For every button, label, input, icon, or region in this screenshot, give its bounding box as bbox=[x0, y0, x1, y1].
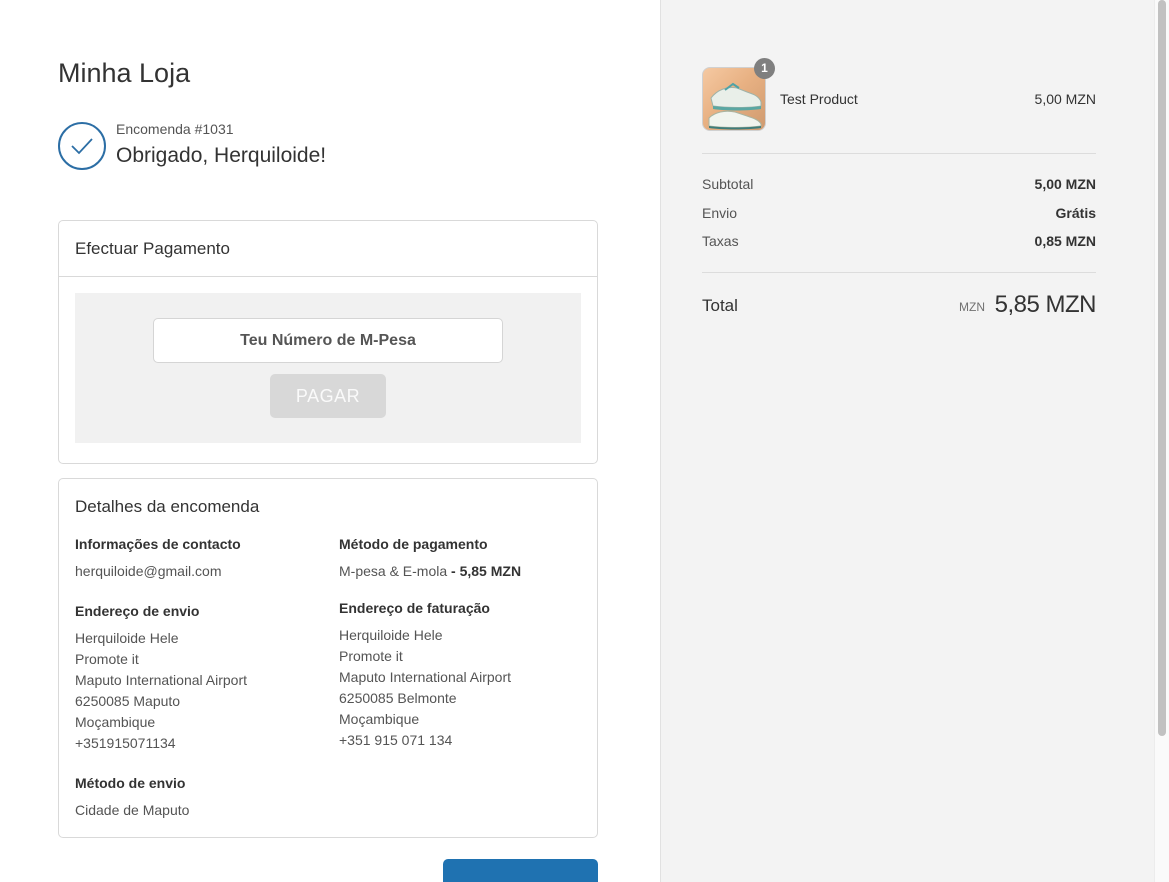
main-content: Minha Loja Encomenda #1031 Obrigado, Her… bbox=[0, 0, 660, 882]
total-label: Total bbox=[702, 296, 738, 315]
taxes-value: 0,85 MZN bbox=[1034, 233, 1096, 249]
payment-card: Efectuar Pagamento PAGAR bbox=[58, 220, 598, 464]
payment-card-title: Efectuar Pagamento bbox=[59, 221, 597, 277]
shipping-address-section: Endereço de envio Herquiloide Hele Promo… bbox=[75, 603, 325, 754]
subtotal-label: Subtotal bbox=[702, 176, 754, 192]
shipping-address-line: Promote it bbox=[75, 651, 139, 667]
total-value: 5,85 MZN bbox=[994, 291, 1097, 318]
pay-button[interactable]: PAGAR bbox=[270, 374, 386, 418]
payment-method-section: Método de pagamento M-pesa & E-mola - 5,… bbox=[339, 536, 589, 582]
product-image bbox=[702, 67, 766, 131]
payment-method-value: M-pesa & E-mola - 5,85 MZN bbox=[339, 561, 589, 582]
contact-info-section: Informações de contacto herquiloide@gmai… bbox=[75, 536, 325, 582]
page-scrollbar[interactable] bbox=[1154, 0, 1169, 882]
total-currency: MZN bbox=[959, 300, 985, 314]
payment-method-title: Método de pagamento bbox=[339, 536, 488, 552]
billing-address-line: Moçambique bbox=[339, 711, 420, 727]
contact-info-title: Informações de contacto bbox=[75, 536, 241, 552]
shipping-address-line: +351915071134 bbox=[75, 735, 176, 751]
shipping-method-section: Método de envio Cidade de Maputo bbox=[75, 775, 325, 821]
contact-email: herquiloide@gmail.com bbox=[75, 563, 222, 579]
billing-address-title: Endereço de faturação bbox=[339, 600, 490, 616]
taxes-label: Taxas bbox=[702, 233, 739, 249]
shipping-address-line: Moçambique bbox=[75, 714, 156, 730]
order-summary-sidebar bbox=[660, 0, 1154, 882]
order-details-title: Detalhes da encomenda bbox=[75, 497, 260, 516]
billing-address-line: +351 915 071 134 bbox=[339, 732, 453, 748]
shipping-value: Grátis bbox=[1055, 205, 1096, 221]
store-name[interactable]: Minha Loja bbox=[58, 58, 190, 89]
shipping-label: Envio bbox=[702, 205, 738, 221]
billing-address-line: Herquiloide Hele bbox=[339, 627, 443, 643]
billing-address-section: Endereço de faturação Herquiloide Hele P… bbox=[339, 600, 589, 751]
sneaker-icon bbox=[708, 82, 762, 130]
quantity-badge: 1 bbox=[754, 58, 775, 79]
product-name: Test Product bbox=[780, 91, 858, 107]
shipping-address-line: 6250085 Maputo bbox=[75, 693, 181, 709]
payment-area: PAGAR bbox=[75, 293, 581, 443]
shipping-method-value: Cidade de Maputo bbox=[75, 802, 190, 818]
total-divider bbox=[702, 272, 1096, 273]
payment-method-name: M-pesa & E-mola bbox=[339, 563, 448, 579]
continue-button[interactable] bbox=[443, 859, 598, 882]
shipping-address-title: Endereço de envio bbox=[75, 603, 200, 619]
shipping-method-title: Método de envio bbox=[75, 775, 186, 791]
shipping-address-line: Maputo International Airport bbox=[75, 672, 247, 688]
billing-address-line: 6250085 Belmonte bbox=[339, 690, 457, 706]
check-circle-icon bbox=[58, 122, 106, 170]
order-number: Encomenda #1031 bbox=[116, 121, 234, 137]
billing-address-line: Maputo International Airport bbox=[339, 669, 511, 685]
order-details-card: Detalhes da encomenda Informações de con… bbox=[58, 478, 598, 838]
subtotal-value: 5,00 MZN bbox=[1034, 176, 1096, 192]
shipping-address-line: Herquiloide Hele bbox=[75, 630, 179, 646]
mpesa-number-input[interactable] bbox=[153, 318, 503, 363]
billing-address-line: Promote it bbox=[339, 648, 403, 664]
payment-method-amount: - 5,85 MZN bbox=[447, 563, 522, 579]
summary-divider bbox=[702, 153, 1096, 154]
product-price: 5,00 MZN bbox=[1034, 91, 1096, 107]
thank-you-heading: Obrigado, Herquiloide! bbox=[116, 144, 327, 167]
scrollbar-thumb[interactable] bbox=[1158, 0, 1166, 736]
